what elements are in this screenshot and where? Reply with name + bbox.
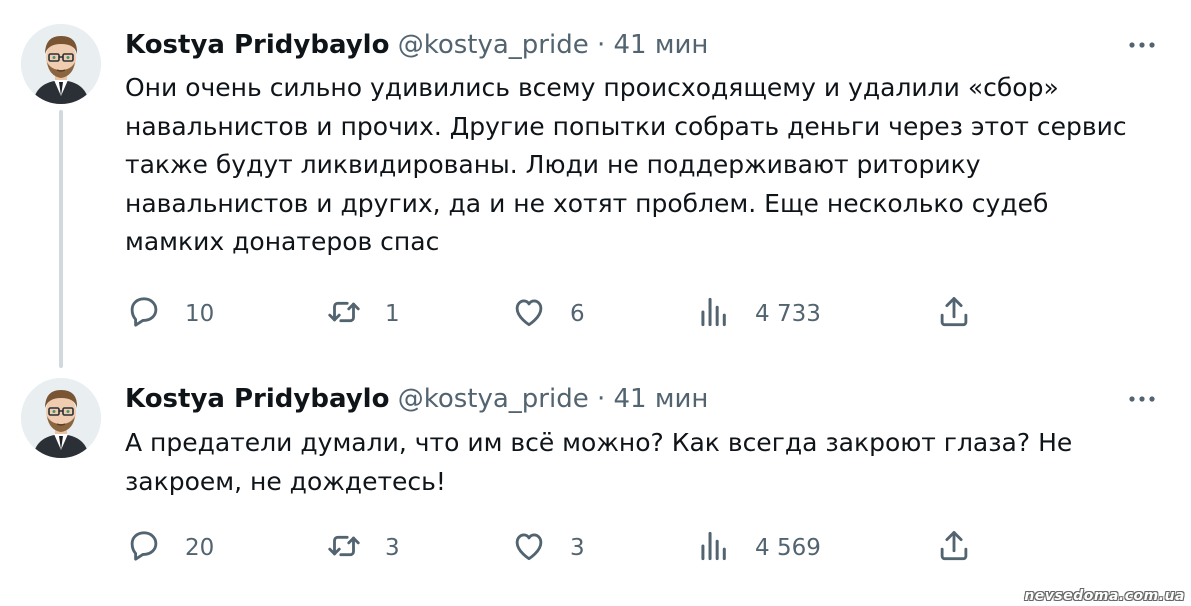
retweet-button[interactable]: 3: [325, 528, 400, 568]
like-count: 6: [570, 301, 585, 327]
views-button[interactable]: 4 733: [695, 294, 821, 334]
more-icon[interactable]: [1127, 35, 1157, 55]
tweet-header: Kostya Pridybaylo @kostya_pride · 41 мин: [125, 382, 708, 416]
retweet-icon: [325, 293, 363, 335]
like-count: 3: [570, 535, 585, 561]
reply-button[interactable]: 20: [125, 528, 214, 568]
views-count: 4 569: [755, 535, 821, 561]
retweet-button[interactable]: 1: [325, 294, 400, 334]
avatar[interactable]: [21, 24, 101, 104]
share-icon: [935, 527, 973, 569]
separator: ·: [596, 384, 606, 414]
views-count: 4 733: [755, 301, 821, 327]
like-button[interactable]: 3: [510, 528, 585, 568]
tweet-text: Они очень сильно удивились всему происхо…: [125, 73, 1127, 256]
timestamp[interactable]: 41 мин: [614, 384, 709, 414]
reply-icon: [125, 527, 163, 569]
tweet-2[interactable]: Kostya Pridybaylo @kostya_pride · 41 мин…: [0, 360, 1191, 606]
heart-icon: [510, 527, 548, 569]
action-bar: 20 3 3 4 569: [125, 528, 1125, 568]
watermark: nevsedoma.com.ua: [1024, 588, 1185, 604]
retweet-count: 1: [385, 301, 400, 327]
like-button[interactable]: 6: [510, 294, 585, 334]
action-bar: 10 1 6 4 733: [125, 294, 1125, 334]
views-button[interactable]: 4 569: [695, 528, 821, 568]
reply-count: 10: [185, 301, 215, 327]
views-icon: [695, 293, 733, 335]
tweet-header: Kostya Pridybaylo @kostya_pride · 41 мин: [125, 28, 708, 62]
heart-icon: [510, 293, 548, 335]
reply-count: 20: [185, 535, 215, 561]
author-handle[interactable]: @kostya_pride: [398, 30, 589, 60]
thread-line: [59, 110, 63, 368]
reply-icon: [125, 293, 163, 335]
retweet-icon: [325, 527, 363, 569]
author-name[interactable]: Kostya Pridybaylo: [125, 30, 389, 60]
share-icon: [935, 293, 973, 335]
more-icon[interactable]: [1127, 389, 1157, 409]
retweet-count: 3: [385, 535, 400, 561]
tweet-1[interactable]: Kostya Pridybaylo @kostya_pride · 41 мин…: [0, 0, 1191, 368]
avatar[interactable]: [21, 378, 101, 458]
share-button[interactable]: [935, 294, 973, 334]
views-icon: [695, 527, 733, 569]
reply-button[interactable]: 10: [125, 294, 214, 334]
author-name[interactable]: Kostya Pridybaylo: [125, 384, 389, 414]
share-button[interactable]: [935, 528, 973, 568]
timestamp[interactable]: 41 мин: [614, 30, 709, 60]
author-handle[interactable]: @kostya_pride: [398, 384, 589, 414]
separator: ·: [596, 30, 606, 60]
tweet-text: А предатели думали, что им всё можно? Ка…: [125, 428, 1073, 496]
